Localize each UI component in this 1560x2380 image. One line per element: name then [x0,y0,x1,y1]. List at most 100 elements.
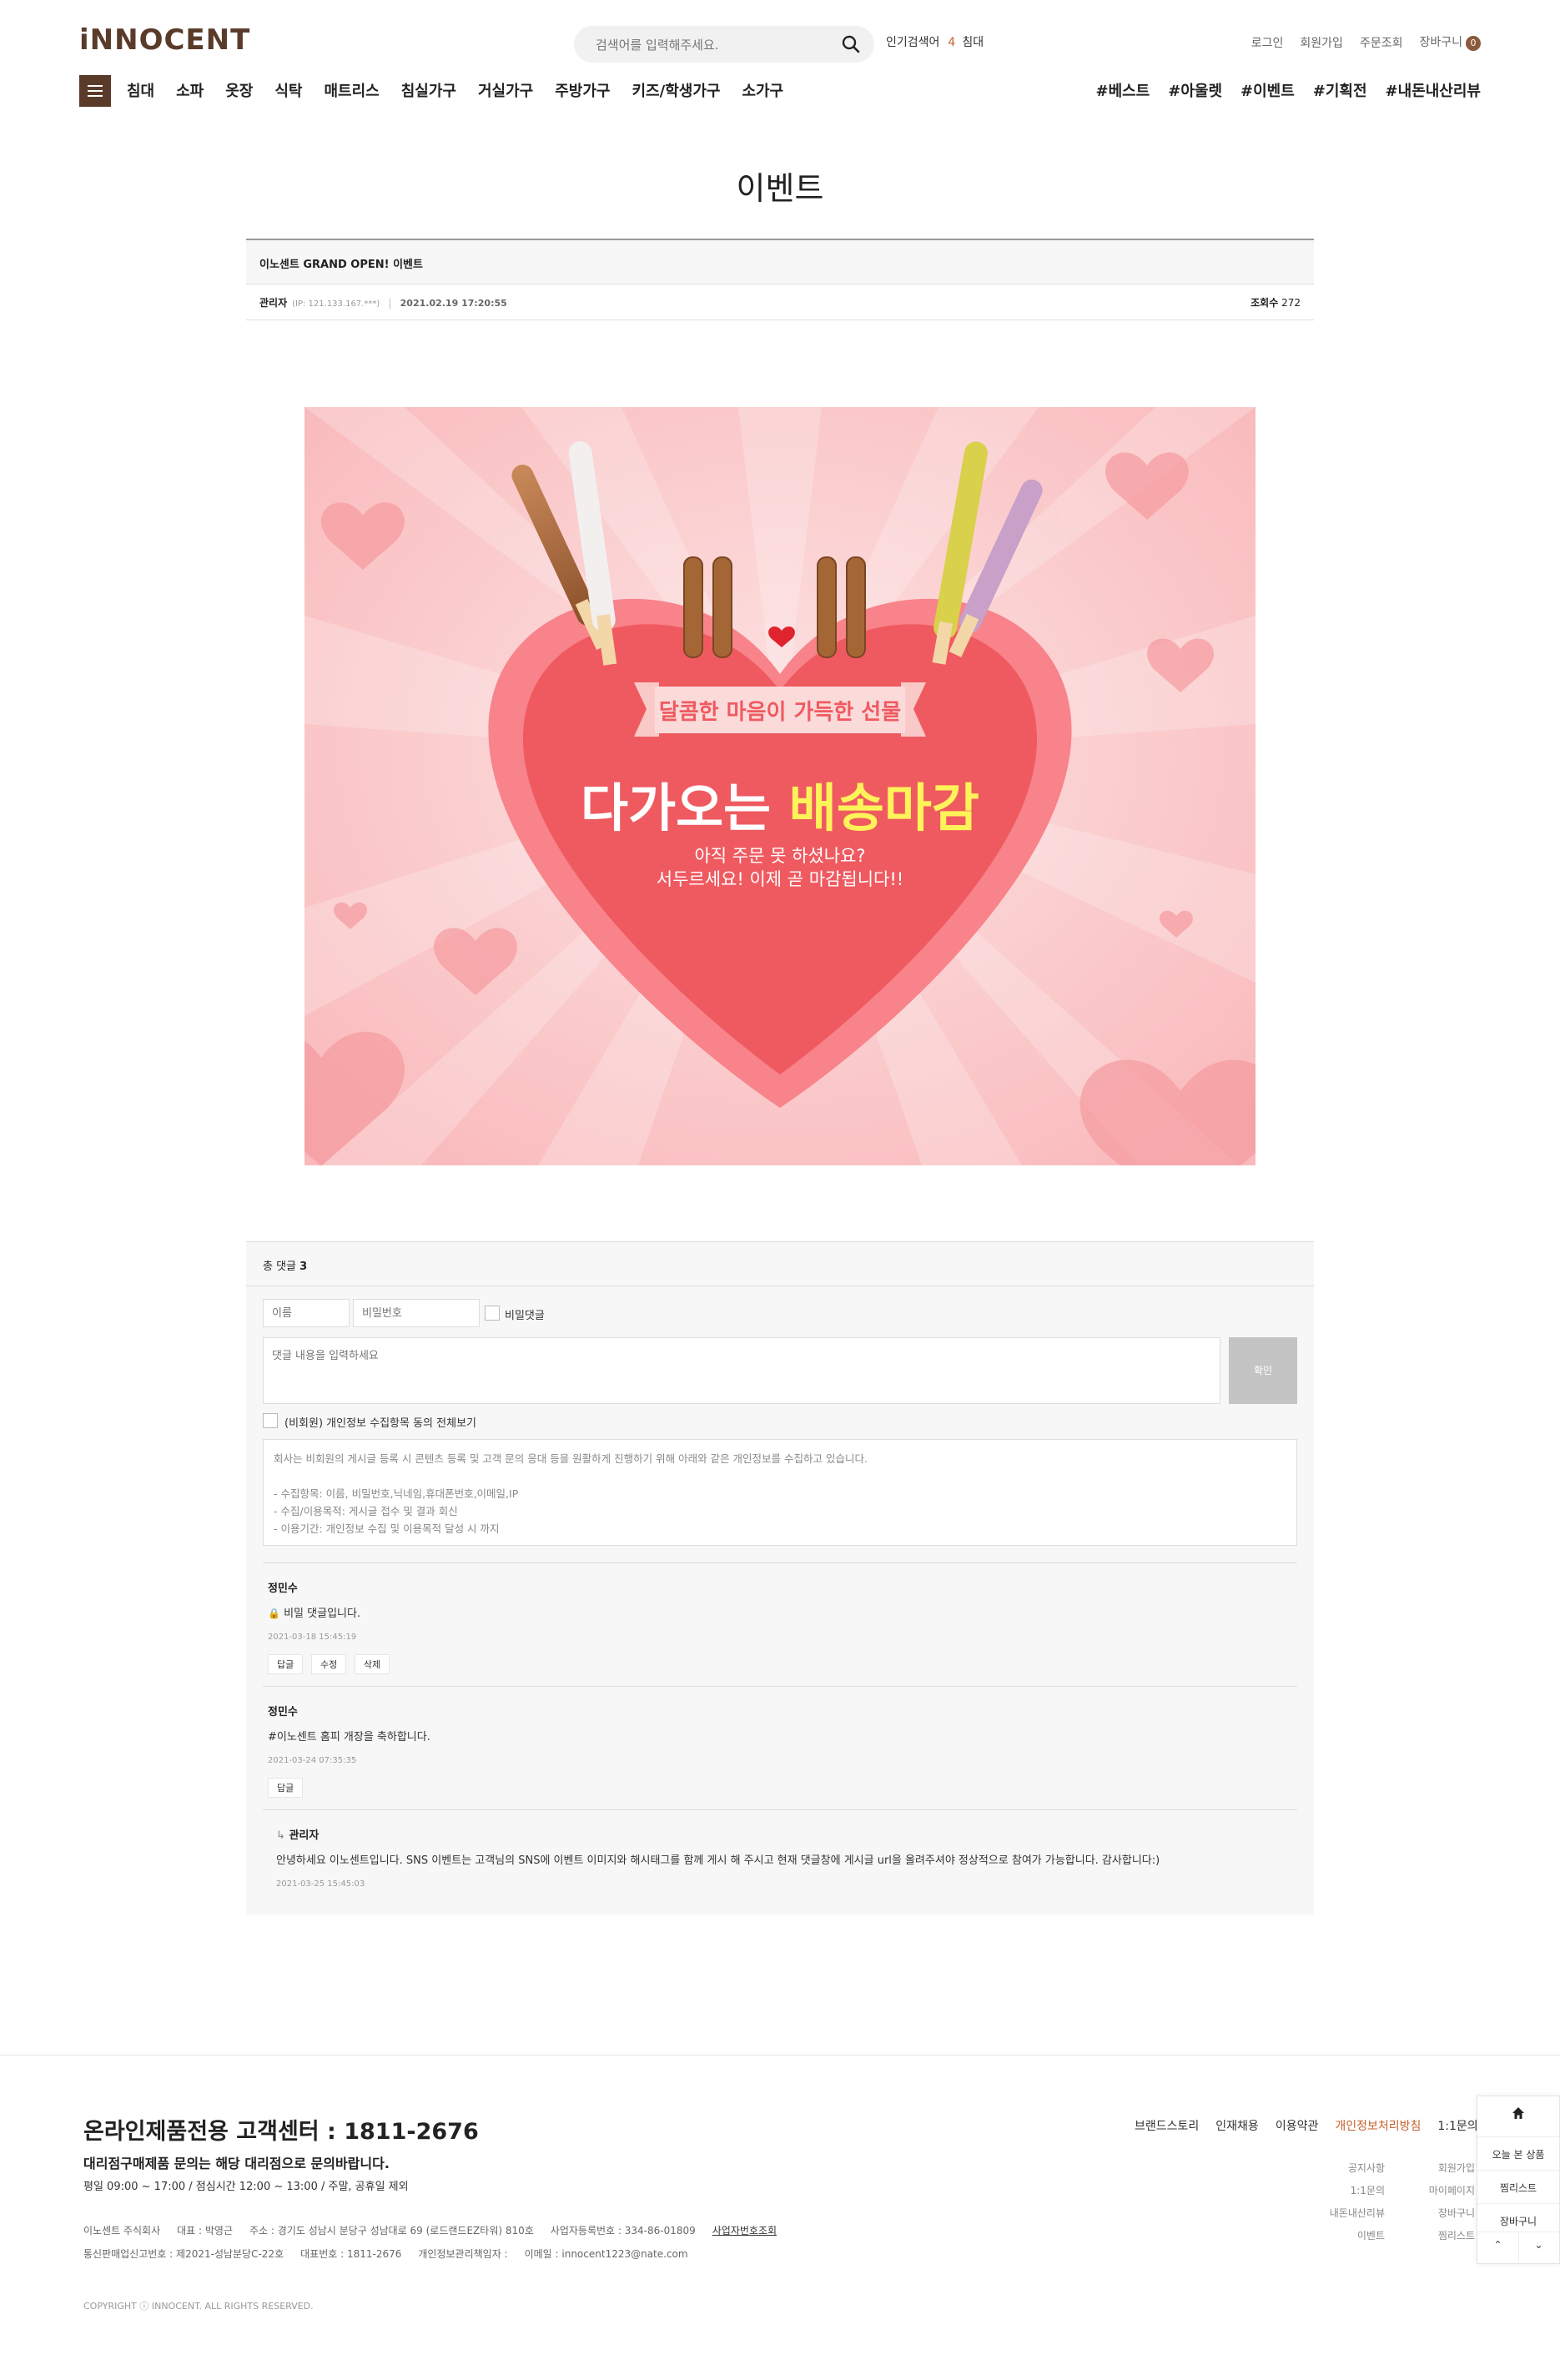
company-info-2: 통신판매업신고번호 : 제2021-성남분당C-22호 대표번호 : 1811-… [83,2247,688,2261]
footer-link-inquiry[interactable]: 1:1문의 [1437,2117,1477,2134]
event-banner-image: 달콤한 마음이 가득한 선물 다가오는 배송마감 아직 주문 못 하셨나요? 서… [304,407,1256,1165]
footer-link-event[interactable]: 이벤트 [1301,2225,1385,2247]
logo[interactable]: iNNOCENT [79,23,250,57]
privacy-agree-label[interactable]: (비회원) 개인정보 수집항목 동의 전체보기 [284,1414,476,1430]
hamburger-icon [88,85,103,87]
popular-label: 인기검색어 [886,36,940,49]
footer-links: 브랜드스토리 인재채용 이용약관 개인정보처리방침 1:1문의 [1135,2117,1478,2134]
login-link[interactable]: 로그인 [1251,34,1284,51]
comment-text: #이노센트 홈피 개장을 축하합니다. [268,1731,430,1743]
popular-rank: 4 [948,36,956,49]
recent-products[interactable]: 오늘 본 상품 [1477,2136,1559,2161]
join-link[interactable]: 회원가입 [1300,34,1343,51]
tag-best[interactable]: #베스트 [1095,79,1150,101]
nav-living[interactable]: 거실가구 [478,79,533,101]
nav-small[interactable]: 소가구 [742,79,783,101]
banner-headline-b: 배송마감 [788,777,979,838]
comment-item-divider [263,1686,1297,1687]
footer-link-brand[interactable]: 브랜드스토리 [1135,2117,1199,2134]
nav-kids[interactable]: 키즈/학생가구 [632,79,721,101]
util-links: 로그인 회원가입 주문조회 장바구니 0 [1251,33,1481,51]
footer-link-wishlist[interactable]: 찜리스트 [1398,2225,1475,2247]
post-views: 조회수 272 [1251,295,1301,309]
nav-mattress[interactable]: 매트리스 [325,79,380,101]
nav-sofa[interactable]: 소파 [176,79,204,101]
scroll-up-icon[interactable]: ⌃ [1477,2232,1519,2264]
post-title: 이노센트 GRAND OPEN! 이벤트 [259,259,423,271]
edit-button[interactable]: 수정 [311,1654,347,1674]
biz-check-link[interactable]: 사업자번호조회 [712,2223,777,2237]
scroll-down-icon[interactable]: ⌄ [1518,2232,1559,2264]
nav-bedroom[interactable]: 침실가구 [401,79,456,101]
footer-col-support: 공지사항 1:1문의 내돈내산리뷰 이벤트 [1301,2157,1385,2247]
submit-button[interactable]: 확인 [1229,1337,1297,1404]
footer-link-privacy[interactable]: 개인정보처리방침 [1335,2117,1421,2134]
comment-date: 2021-03-18 15:45:19 [268,1633,357,1642]
search-icon[interactable] [841,34,861,54]
privacy-line: - 이용기간: 개인정보 수집 및 이용목적 달성 시 까지 [274,1522,500,1535]
popular-word[interactable]: 침대 [962,36,984,49]
password-input[interactable] [353,1299,480,1327]
comment-textarea[interactable] [263,1337,1220,1404]
tag-review[interactable]: #내돈내산리뷰 [1386,79,1481,101]
company-biz-no: 사업자등록번호 : 334-86-01809 [550,2225,696,2237]
name-input[interactable] [263,1299,350,1327]
hamburger-icon-line [88,95,103,97]
post-date: 2021.02.19 17:20:55 [400,298,507,309]
banner-headline-a: 다가오는 [581,777,772,838]
comment-text: 🔒 비밀 댓글입니다. [268,1604,360,1620]
nav-kitchen[interactable]: 주방가구 [555,79,610,101]
footer-link-cart[interactable]: 장바구니 [1398,2202,1475,2225]
comment-count-label: 총 댓글 [263,1260,297,1273]
nav-bed[interactable]: 침대 [127,79,154,101]
footer-link-notice[interactable]: 공지사항 [1301,2157,1385,2180]
nav-table[interactable]: 식탁 [274,79,302,101]
reply-author-name: 관리자 [289,1829,320,1842]
side-cart[interactable]: 장바구니 [1477,2203,1559,2228]
comment-item-divider [263,1809,1297,1810]
reply-button[interactable]: 답글 [268,1778,304,1798]
secret-checkbox[interactable] [485,1306,500,1321]
post-title-row: 이노센트 GRAND OPEN! 이벤트 [246,239,1314,284]
tag-event[interactable]: #이벤트 [1240,79,1295,101]
mail-order-no: 통신판매업신고번호 : 제2021-성남분당C-22호 [83,2248,284,2260]
hamburger-menu-button[interactable] [79,75,111,107]
delete-button[interactable]: 삭제 [355,1654,390,1674]
comment-author: 정민수 [268,1706,298,1718]
tag-nav: #베스트 #아울렛 #이벤트 #기획전 #내돈내산리뷰 [1095,79,1481,101]
banner-copy: 아직 주문 못 하셨나요? 서두르세요! 이제 곧 마감됩니다!! [304,844,1256,891]
comment-count-value: 3 [299,1260,308,1273]
footer-link-qna[interactable]: 1:1문의 [1301,2180,1385,2202]
cart-label: 장바구니 [1419,36,1462,49]
privacy-notice: 회사는 비회원의 게시글 등록 시 콘텐츠 등록 및 고객 문의 응대 등을 원… [263,1439,1297,1546]
tag-outlet[interactable]: #아울렛 [1168,79,1222,101]
home-icon[interactable] [1477,2106,1559,2122]
banner-line-2: 서두르세요! 이제 곧 마감됩니다!! [656,869,904,889]
footer-link-recruit[interactable]: 인재채용 [1215,2117,1259,2134]
page-title: 이벤트 [736,170,824,207]
tag-special[interactable]: #기획전 [1313,79,1367,101]
cart-link[interactable]: 장바구니 0 [1419,33,1481,51]
nav-wardrobe[interactable]: 옷장 [225,79,253,101]
company-info-1: 이노센트 주식회사 대표 : 박영근 주소 : 경기도 성남시 분당구 성남대로… [83,2223,777,2237]
company-name: 이노센트 주식회사 [83,2225,161,2237]
side-wishlist[interactable]: 찜리스트 [1477,2170,1559,2195]
banner-subtitle: 달콤한 마음이 가득한 선물 [658,700,902,725]
search-input[interactable] [594,33,831,58]
privacy-agree-checkbox[interactable] [263,1413,278,1428]
company-address: 주소 : 경기도 성남시 분당구 성남대로 69 (로드랜드EZ타워) 810호 [249,2225,534,2237]
privacy-line: - 수집항목: 이름, 비밀번호,닉네임,휴대폰번호,이메일,IP [274,1487,519,1500]
company-phone: 대표번호 : 1811-2676 [300,2248,402,2260]
footer-link-join[interactable]: 회원가입 [1398,2157,1475,2180]
views-label: 조회수 [1251,297,1279,309]
reply-button[interactable]: 답글 [268,1654,304,1674]
footer-link-review[interactable]: 내돈내산리뷰 [1301,2202,1385,2225]
comment-author: 정민수 [268,1582,298,1595]
search-bar[interactable] [574,26,874,63]
footer-link-terms[interactable]: 이용약관 [1276,2117,1319,2134]
category-nav: 침대 소파 옷장 식탁 매트리스 침실가구 거실가구 주방가구 키즈/학생가구 … [127,79,783,101]
footer-link-mypage[interactable]: 마이페이지 [1398,2180,1475,2202]
privacy-spacer [274,1467,1286,1485]
order-lookup-link[interactable]: 주문조회 [1360,34,1403,51]
comment-count: 총 댓글 3 [263,1257,307,1273]
